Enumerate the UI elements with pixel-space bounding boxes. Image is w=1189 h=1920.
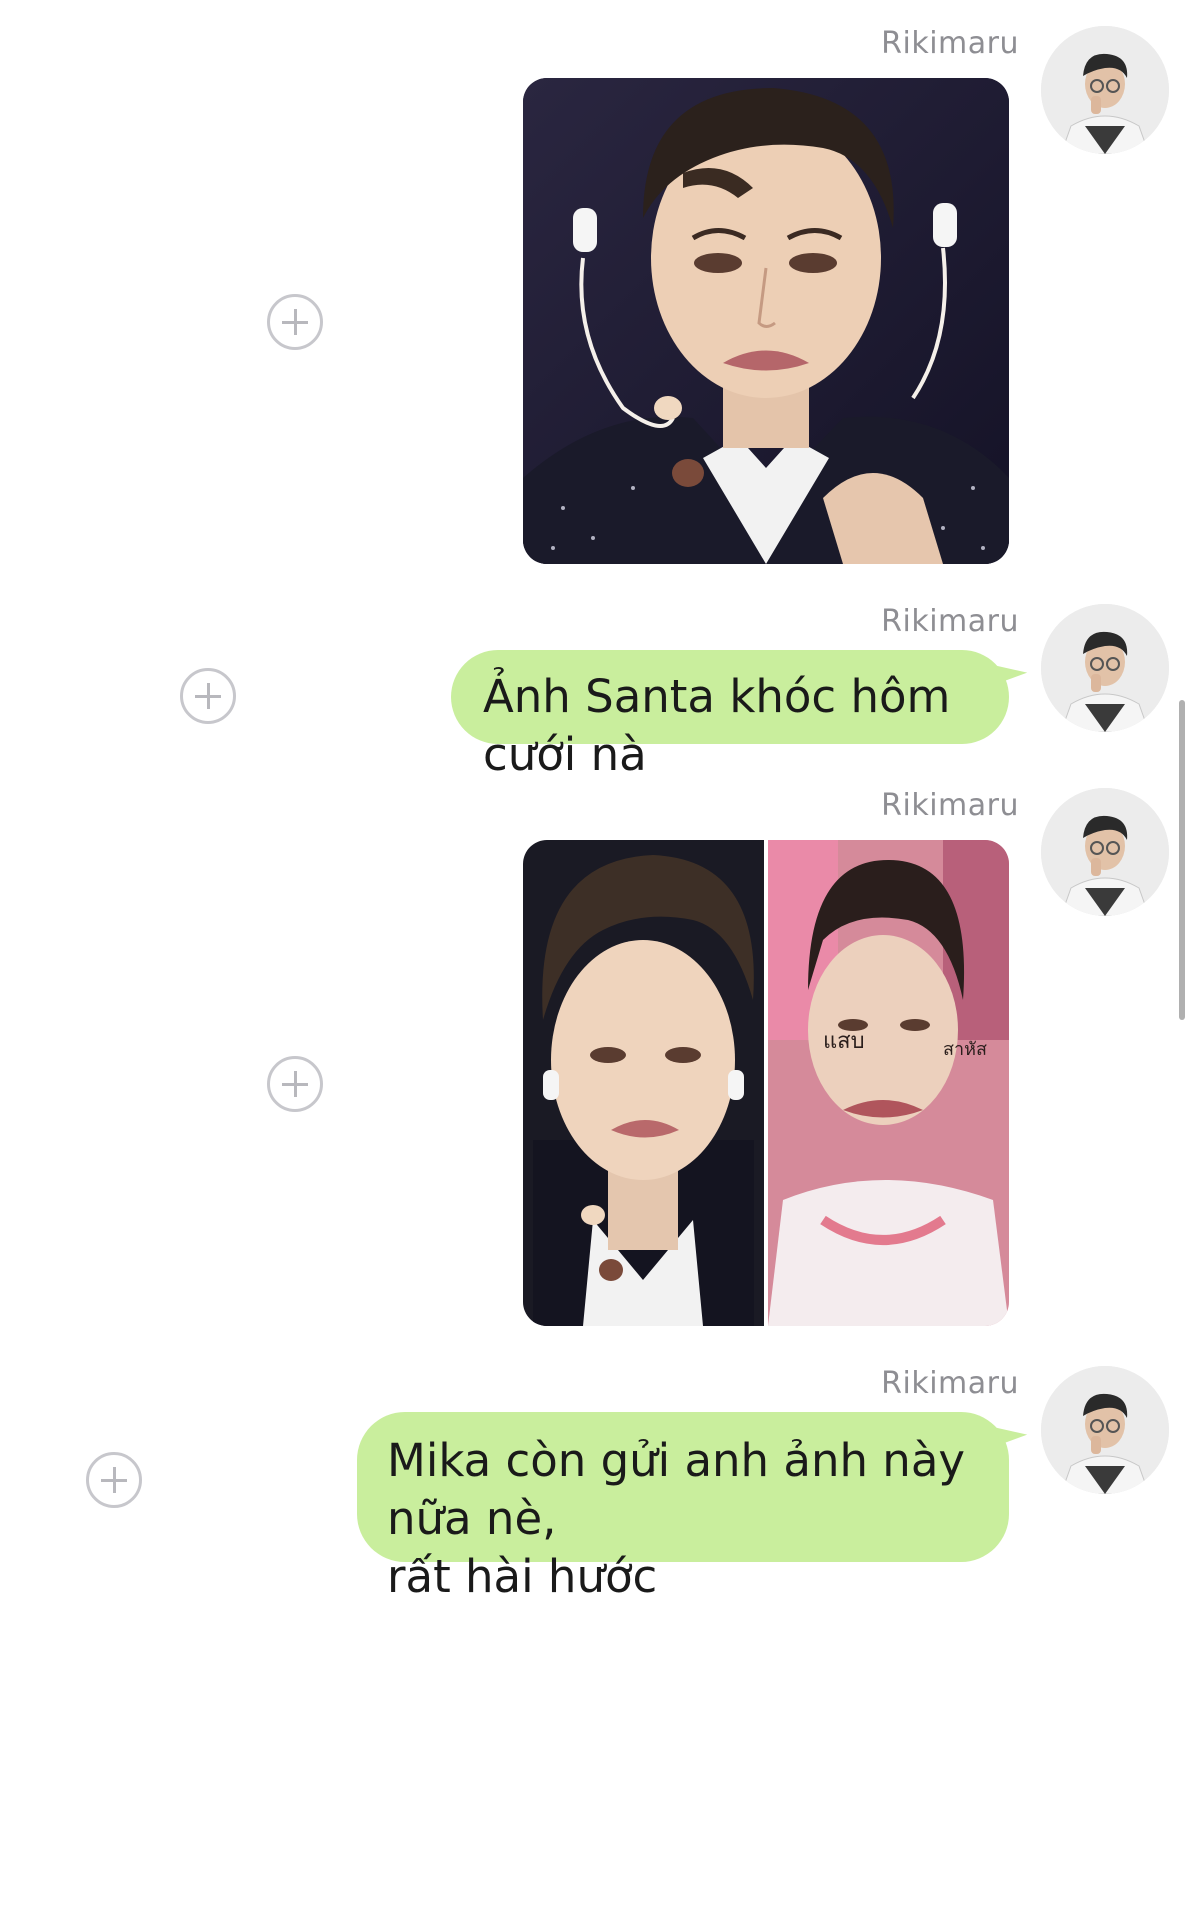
sender-name: Rikimaru bbox=[881, 1366, 1019, 1401]
crying-performer-image bbox=[523, 78, 1009, 564]
message-photo[interactable] bbox=[523, 78, 1009, 564]
avatar-image bbox=[1041, 788, 1169, 916]
avatar[interactable] bbox=[1041, 1366, 1169, 1494]
overlay-text-right: สาหัส bbox=[943, 1039, 987, 1060]
avatar[interactable] bbox=[1041, 26, 1169, 154]
message-bubble[interactable]: Mika còn gửi anh ảnh này nữa nè, rất hài… bbox=[357, 1412, 1028, 1603]
message-text: Mika còn gửi anh ảnh này nữa nè, rất hài… bbox=[387, 1434, 966, 1603]
sender-name: Rikimaru bbox=[881, 604, 1019, 639]
avatar-image bbox=[1041, 604, 1169, 732]
overlay-text-left: แสบ bbox=[823, 1029, 865, 1054]
sender-name: Rikimaru bbox=[881, 788, 1019, 823]
share-button[interactable] bbox=[267, 294, 323, 350]
avatar[interactable] bbox=[1041, 604, 1169, 732]
sender-name: Rikimaru bbox=[881, 26, 1019, 61]
message-photo[interactable]: แสบ สาหัส bbox=[523, 840, 1009, 1326]
message-bubble[interactable]: Ảnh Santa khóc hôm cưới nà bbox=[451, 650, 1028, 781]
bubble-tail bbox=[994, 655, 1028, 683]
share-button[interactable] bbox=[267, 1056, 323, 1112]
avatar-image bbox=[1041, 26, 1169, 154]
message-text: Ảnh Santa khóc hôm cưới nà bbox=[483, 670, 951, 781]
share-button[interactable] bbox=[180, 668, 236, 724]
scrollbar[interactable] bbox=[1179, 700, 1185, 1020]
avatar[interactable] bbox=[1041, 788, 1169, 916]
crying-comparison-image: แสบ สาหัส bbox=[523, 840, 1009, 1326]
avatar-image bbox=[1041, 1366, 1169, 1494]
bubble-tail bbox=[994, 1417, 1028, 1445]
share-button[interactable] bbox=[86, 1452, 142, 1508]
